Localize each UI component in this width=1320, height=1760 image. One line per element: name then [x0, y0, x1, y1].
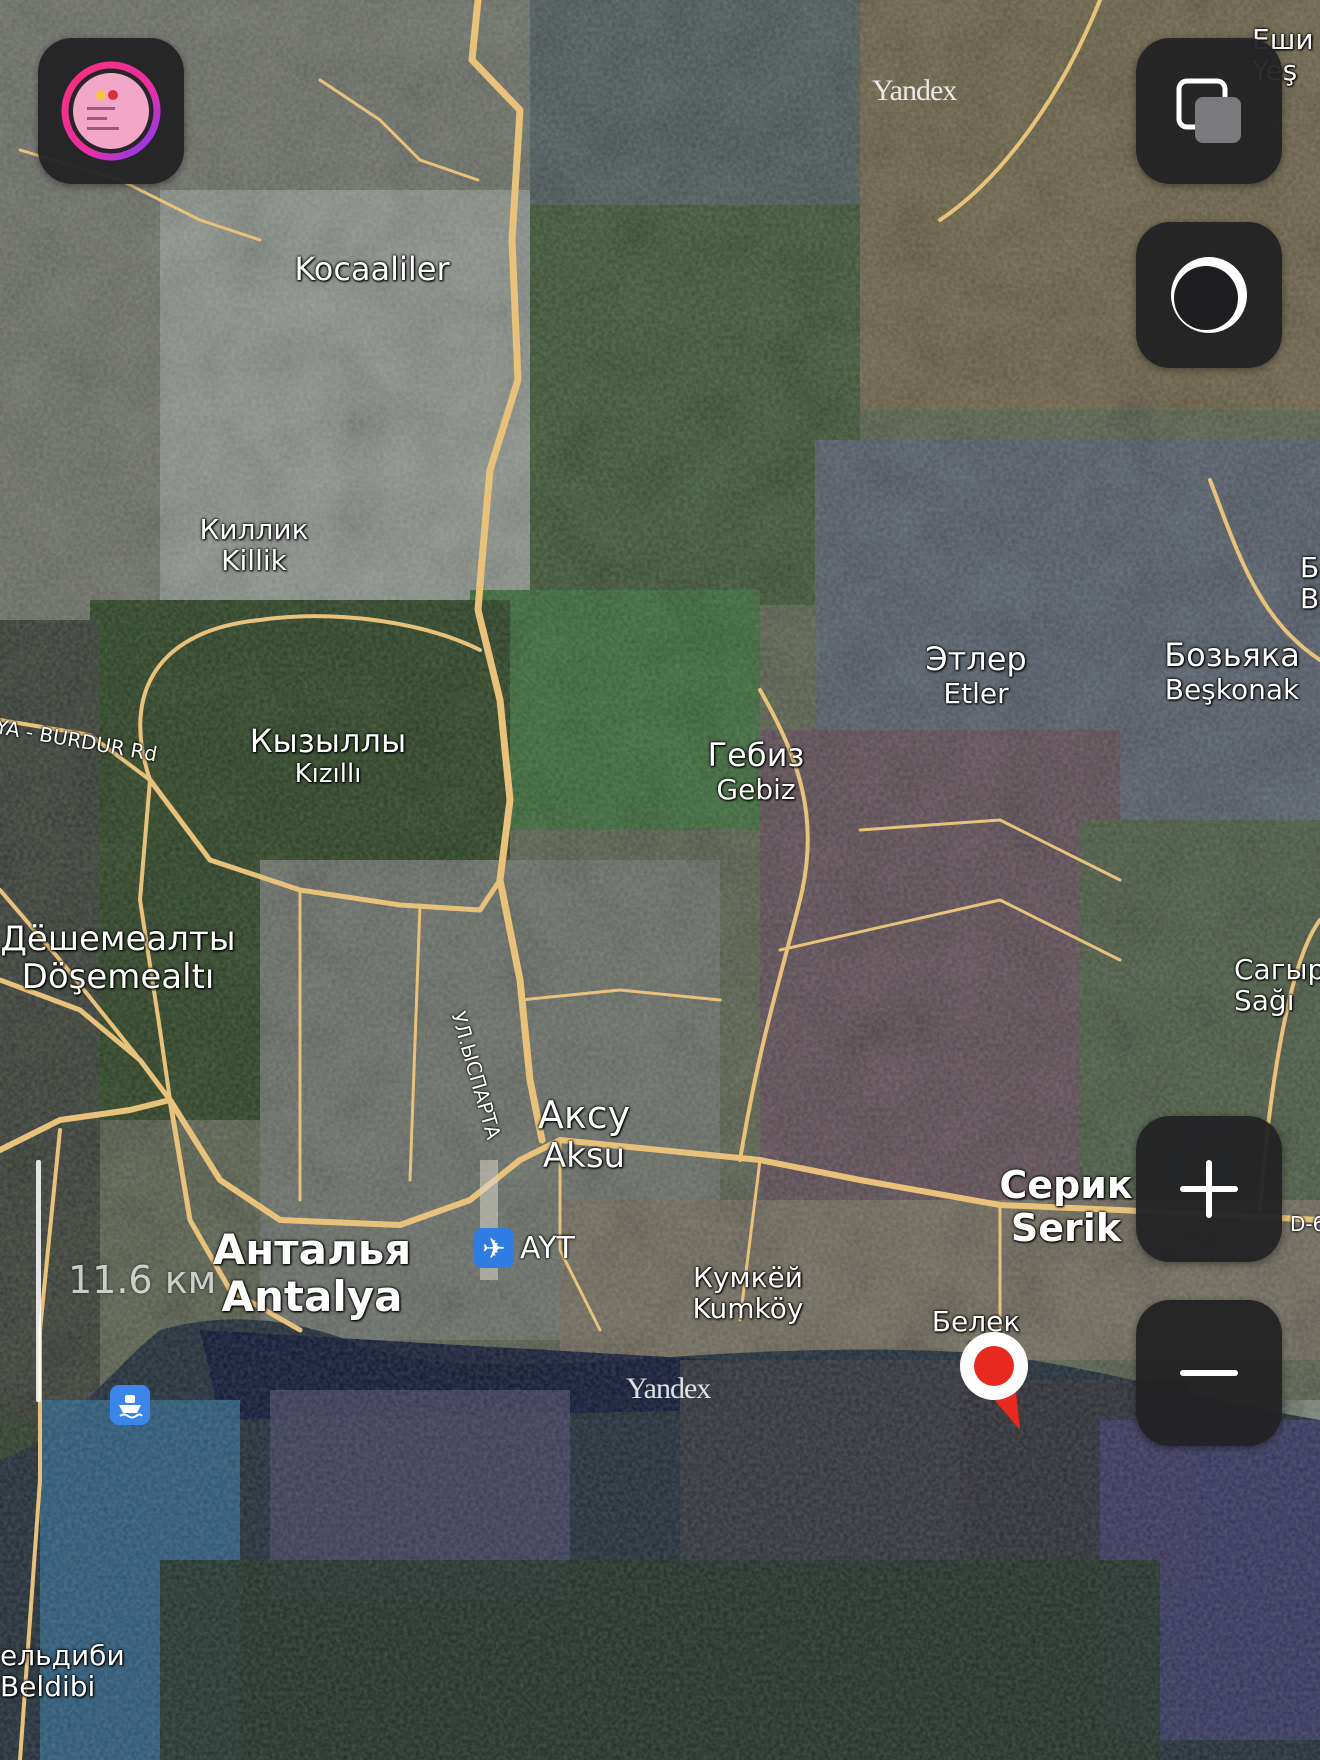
layers-button[interactable] — [1136, 38, 1282, 184]
avatar-icon — [61, 61, 161, 161]
location-pin-icon[interactable] — [958, 1330, 1038, 1434]
satellite-imagery — [0, 0, 1320, 1760]
map-view[interactable]: Yandex Yandex YA - BURDUR Rd УЛ.ЫСПАРТА … — [0, 0, 1320, 1760]
airport-code: AYT — [520, 1230, 575, 1266]
yandex-watermark: Yandex — [872, 74, 957, 107]
road-label: D-68 — [1290, 1212, 1320, 1236]
airport-marker[interactable]: ✈ AYT — [474, 1228, 575, 1268]
zoom-in-button[interactable] — [1136, 1116, 1282, 1262]
airplane-icon: ✈ — [474, 1228, 514, 1268]
plus-icon — [1180, 1160, 1238, 1218]
night-mode-button[interactable] — [1136, 222, 1282, 368]
layers-icon — [1176, 78, 1241, 143]
scale-label: 11.6 км — [68, 1258, 217, 1302]
yandex-watermark: Yandex — [626, 1372, 711, 1405]
zoom-out-button[interactable] — [1136, 1300, 1282, 1446]
scale-bar — [36, 1160, 41, 1402]
ferry-port-icon[interactable] — [110, 1385, 150, 1425]
moon-icon — [1171, 257, 1247, 333]
avatar-button[interactable] — [38, 38, 184, 184]
minus-icon — [1180, 1370, 1238, 1376]
